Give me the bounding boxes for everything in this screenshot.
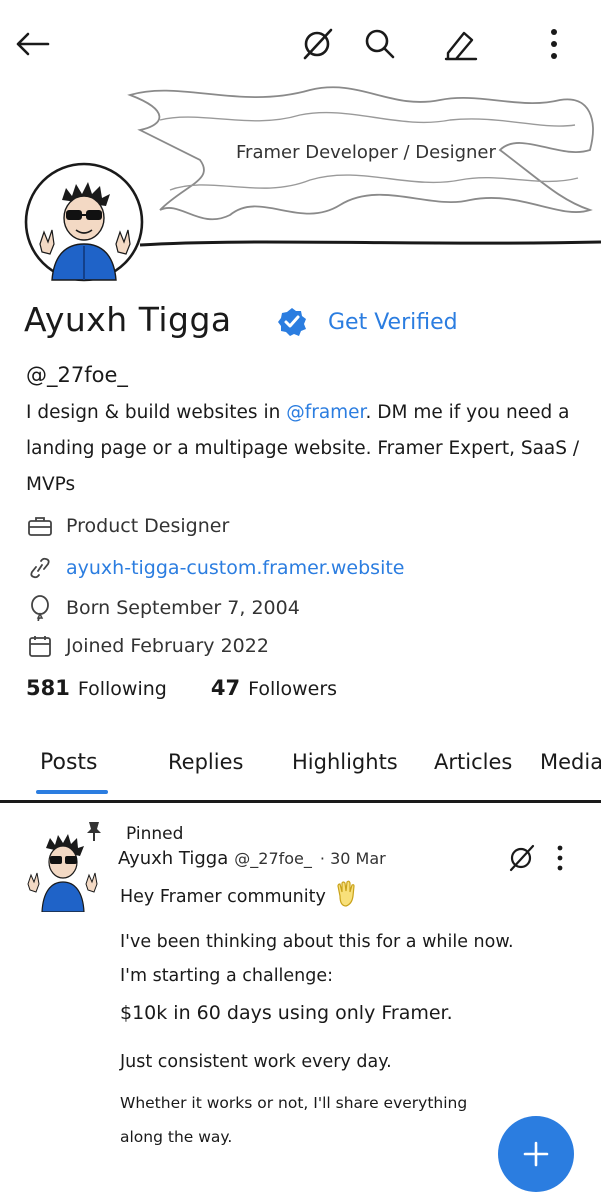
profile-handle: @_27foe_ [26,363,128,387]
post-text-line: $10k in 60 days using only Framer. [120,1002,453,1024]
active-tab-indicator [36,790,108,794]
tab-posts[interactable]: Posts [40,750,98,775]
birthday-row: Born September 7, 2004 [26,594,300,622]
post-date: · 30 Mar [319,849,386,868]
compose-fab[interactable] [498,1116,574,1192]
post-avatar[interactable] [20,826,106,913]
post-more-icon[interactable] [556,844,564,876]
tab-media[interactable]: Media [540,750,601,774]
birthday-text: Born September 7, 2004 [66,597,300,619]
bio-mention-link[interactable]: @framer [286,402,365,423]
joined-row: Joined February 2022 [26,632,269,660]
followers-count: 47 [210,676,241,700]
followers-label: Followers [248,678,338,700]
post-header: Ayuxh Tigga @_27foe_ · 30 Mar [118,848,386,869]
job-title: Product Designer [66,515,230,537]
post-no-grok-icon[interactable] [508,844,536,876]
joined-text: Joined February 2022 [66,635,269,657]
wave-hand-icon [334,880,360,913]
post-greeting: Hey Framer community [120,886,326,907]
get-verified-link[interactable]: Get Verified [328,310,458,335]
tab-highlights[interactable]: Highlights [292,750,398,774]
calendar-icon [26,632,54,660]
post-text-line: Just consistent work every day. [120,1052,392,1072]
post-text-line: Whether it works or not, I'll share ever… [120,1094,468,1112]
tab-articles[interactable]: Articles [434,750,512,774]
back-arrow-icon[interactable] [12,22,52,66]
tabs-divider [0,800,601,803]
website-link[interactable]: ayuxh-tigga-custom.framer.website [66,557,404,579]
profile-bio: I design & build websites in @framer. DM… [26,395,586,503]
post-author[interactable]: Ayuxh Tigga [118,848,228,869]
verified-badge-icon [276,306,308,338]
balloon-icon [26,594,54,622]
post-text-line: I'm starting a challenge: [120,966,334,986]
followers-stat[interactable]: 47 Followers [211,676,337,700]
briefcase-icon [26,512,54,540]
no-grok-icon[interactable] [298,22,338,66]
search-icon[interactable] [360,22,400,66]
website-row[interactable]: ayuxh-tigga-custom.framer.website [26,554,404,582]
link-icon [26,554,54,582]
banner-text: Framer Developer / Designer [236,142,496,163]
pinned-text: Pinned [126,823,184,844]
edit-icon[interactable] [440,22,480,66]
following-count: 581 [26,676,70,700]
post-text-line: I've been thinking about this for a whil… [120,932,514,952]
job-row: Product Designer [26,512,229,540]
post-handle[interactable]: @_27foe_ [234,849,312,868]
avatar[interactable] [22,160,146,284]
bio-text-start: I design & build websites in [26,402,287,423]
post-text-line: along the way. [120,1128,233,1146]
following-stat[interactable]: 581 Following [26,676,167,700]
following-label: Following [77,678,167,700]
more-icon[interactable] [534,22,574,66]
tab-replies[interactable]: Replies [168,750,243,774]
profile-name: Ayuxh Tigga [24,300,232,339]
post-text-line: Hey Framer community [120,880,360,913]
profile-stats: 581 Following 47 Followers [26,676,337,700]
plus-icon [523,1141,549,1167]
